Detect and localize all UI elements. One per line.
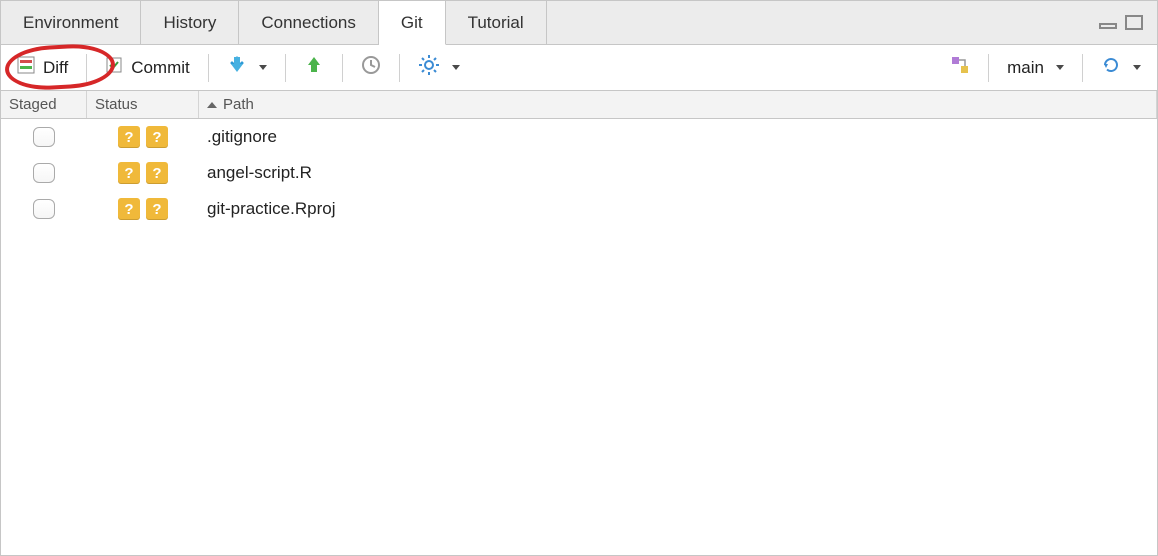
diff-label: Diff <box>43 58 68 78</box>
refresh-icon <box>1101 55 1121 80</box>
chevron-down-icon <box>259 65 267 70</box>
file-path: git-practice.Rproj <box>199 199 1157 219</box>
tab-strip: Environment History Connections Git Tuto… <box>1 1 1157 45</box>
stage-checkbox[interactable] <box>33 127 55 147</box>
separator <box>1082 54 1083 82</box>
window-controls <box>1087 1 1157 44</box>
tab-history[interactable]: History <box>141 1 239 44</box>
table-row[interactable]: ? ? angel-script.R <box>1 155 1157 191</box>
git-toolbar: Diff Commit <box>1 45 1157 91</box>
status-badge: ? <box>146 162 168 184</box>
commit-icon <box>105 56 123 79</box>
column-staged[interactable]: Staged <box>1 91 87 118</box>
separator <box>342 54 343 82</box>
history-button[interactable] <box>353 51 389 84</box>
clock-icon <box>361 55 381 80</box>
table-row[interactable]: ? ? git-practice.Rproj <box>1 191 1157 227</box>
chevron-down-icon <box>1133 65 1141 70</box>
branch-selector[interactable]: main <box>999 54 1072 82</box>
status-badge: ? <box>118 126 140 148</box>
new-branch-button[interactable] <box>942 51 978 84</box>
status-badge: ? <box>118 162 140 184</box>
separator <box>399 54 400 82</box>
maximize-icon[interactable] <box>1125 15 1145 31</box>
diff-icon <box>17 56 35 79</box>
status-cell: ? ? <box>87 198 199 220</box>
push-button[interactable] <box>296 51 332 84</box>
separator <box>988 54 989 82</box>
tab-git[interactable]: Git <box>379 1 446 45</box>
stage-checkbox[interactable] <box>33 199 55 219</box>
status-badge: ? <box>146 198 168 220</box>
separator <box>285 54 286 82</box>
table-row[interactable]: ? ? .gitignore <box>1 119 1157 155</box>
pull-button[interactable] <box>219 51 275 84</box>
chevron-down-icon <box>452 65 460 70</box>
commit-label: Commit <box>131 58 190 78</box>
status-badge: ? <box>118 198 140 220</box>
more-button[interactable] <box>410 50 468 85</box>
sort-asc-icon <box>207 102 217 108</box>
tabstrip-spacer <box>547 1 1087 44</box>
push-icon <box>304 55 324 80</box>
column-status[interactable]: Status <box>87 91 199 118</box>
diff-button[interactable]: Diff <box>9 52 76 83</box>
status-badge: ? <box>146 126 168 148</box>
file-path: angel-script.R <box>199 163 1157 183</box>
tab-connections[interactable]: Connections <box>239 1 379 44</box>
status-cell: ? ? <box>87 162 199 184</box>
chevron-down-icon <box>1056 65 1064 70</box>
file-path: .gitignore <box>199 127 1157 147</box>
refresh-button[interactable] <box>1093 51 1149 84</box>
column-path-label: Path <box>223 96 254 113</box>
commit-button[interactable]: Commit <box>97 52 198 83</box>
tab-environment[interactable]: Environment <box>1 1 141 44</box>
separator <box>86 54 87 82</box>
gear-icon <box>418 54 440 81</box>
column-path[interactable]: Path <box>199 91 1157 118</box>
stage-checkbox[interactable] <box>33 163 55 183</box>
minimize-icon[interactable] <box>1099 17 1119 29</box>
branch-icon <box>950 55 970 80</box>
pull-icon <box>227 55 247 80</box>
branch-name: main <box>1007 58 1044 78</box>
file-list: ? ? .gitignore ? ? angel-script.R ? ? gi… <box>1 119 1157 555</box>
file-table-header: Staged Status Path <box>1 91 1157 119</box>
tab-tutorial[interactable]: Tutorial <box>446 1 547 44</box>
status-cell: ? ? <box>87 126 199 148</box>
separator <box>208 54 209 82</box>
git-pane: Environment History Connections Git Tuto… <box>0 0 1158 556</box>
